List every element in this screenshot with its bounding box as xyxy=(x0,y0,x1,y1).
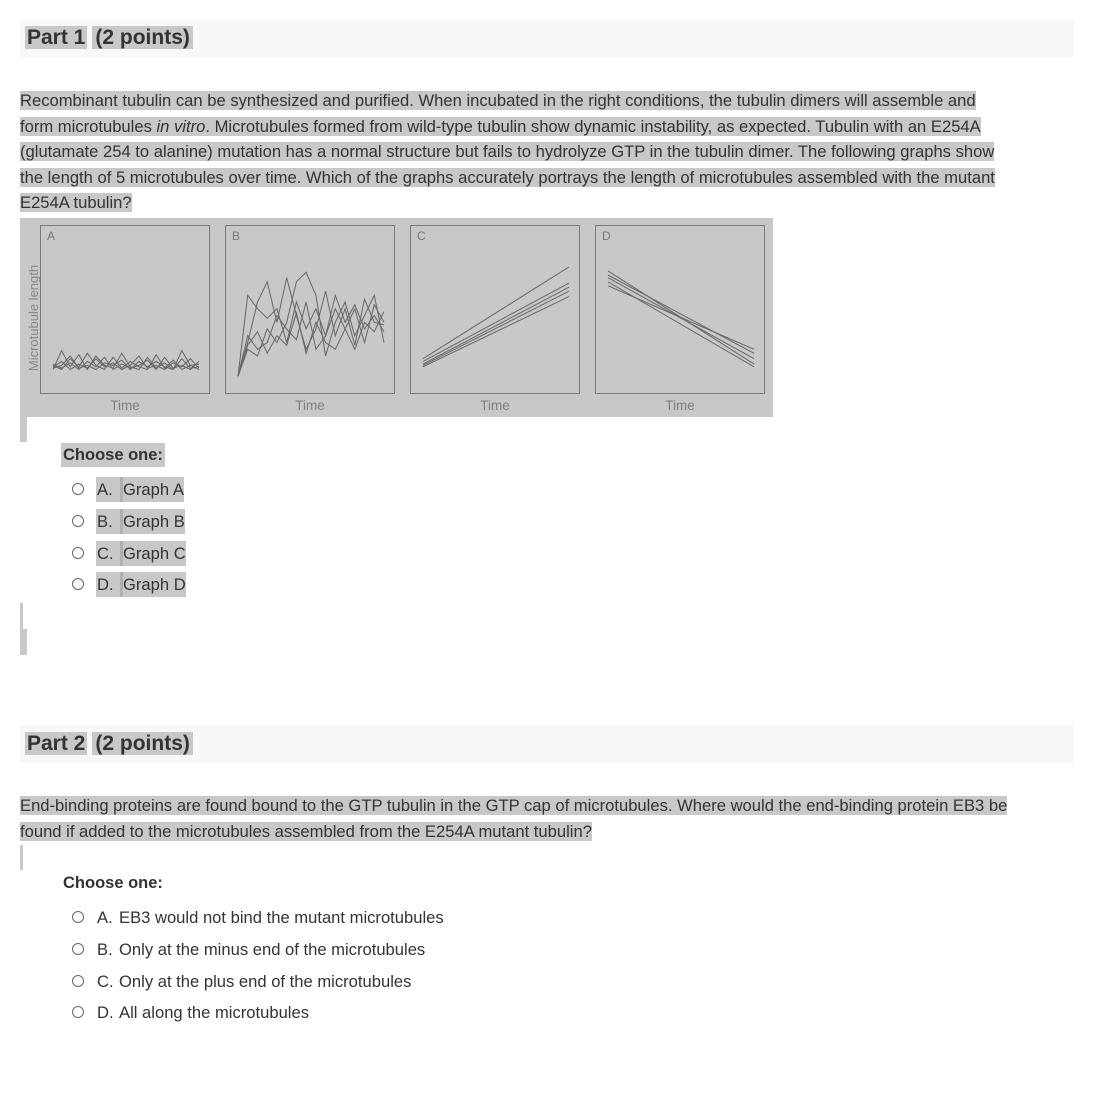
option-text: All along the microtubules xyxy=(119,1002,310,1022)
radio-button[interactable] xyxy=(72,515,84,527)
part1-question: Recombinant tubulin can be synthesized a… xyxy=(20,88,1080,216)
option-letter: D. xyxy=(97,1002,114,1022)
part1-points: (2 points) xyxy=(92,26,193,49)
graph-d-series-4 xyxy=(607,281,755,368)
graph-b-plot xyxy=(237,271,385,377)
question-line: E254A tubulin? xyxy=(20,193,132,213)
margin-bar xyxy=(20,629,27,655)
graph-c-series-5 xyxy=(422,296,570,368)
option-letter: C. xyxy=(96,540,123,566)
graph-c-series-1 xyxy=(422,266,570,360)
option-letter: D. xyxy=(96,571,123,597)
question-line: form microtubules in vitro. Microtubules… xyxy=(20,116,981,136)
part1-option-d[interactable]: D. Graph D xyxy=(72,571,186,597)
graph-d-series-3 xyxy=(607,277,755,360)
graphs-figure: Microtubule length A Time B Time C Time … xyxy=(20,218,773,417)
option-text: Graph D xyxy=(123,571,186,597)
radio-button[interactable] xyxy=(72,578,84,590)
part1-option-b[interactable]: B. Graph B xyxy=(72,508,185,534)
part2-header: Part 2 (2 points) xyxy=(20,725,1074,763)
option-text: EB3 would not bind the mutant microtubul… xyxy=(119,907,444,927)
graph-c-series-4 xyxy=(422,290,570,366)
part2-points: (2 points) xyxy=(92,732,193,755)
radio-button[interactable] xyxy=(72,975,84,987)
question-line: the length of 5 microtubules over time. … xyxy=(20,167,995,187)
graph-c-xlabel: Time xyxy=(480,398,510,413)
part1-choose-label: Choose one: xyxy=(61,443,165,467)
part2-label: Part 2 xyxy=(25,732,88,755)
graph-a-xlabel: Time xyxy=(110,398,140,413)
margin-bar xyxy=(20,845,23,870)
option-letter: C. xyxy=(97,971,114,991)
part2-question: End-binding proteins are found bound to … xyxy=(20,793,1090,844)
graph-b-xlabel: Time xyxy=(295,398,325,413)
graph-d-panel: D xyxy=(595,225,765,394)
graph-c-plot xyxy=(422,266,570,368)
radio-button[interactable] xyxy=(72,1006,84,1018)
part2-choose-label: Choose one: xyxy=(63,874,163,892)
part2-option-b[interactable]: B. Only at the minus end of the microtub… xyxy=(72,936,425,962)
question-line: Recombinant tubulin can be synthesized a… xyxy=(20,91,976,110)
part2-option-d[interactable]: D. All along the microtubules xyxy=(72,999,309,1025)
question-line: End-binding proteins are found bound to … xyxy=(20,796,1008,815)
graph-a-panel: A xyxy=(40,225,210,394)
part2-option-c[interactable]: C. Only at the plus end of the microtubu… xyxy=(72,968,411,994)
radio-button[interactable] xyxy=(72,547,84,559)
option-text: Graph A xyxy=(123,476,184,502)
radio-button[interactable] xyxy=(72,483,84,495)
part1-title: Part 1 (2 points) xyxy=(25,24,193,52)
graph-b-series-5 xyxy=(237,303,385,377)
graph-a-plot xyxy=(52,349,200,371)
option-text: Graph B xyxy=(123,508,185,534)
graph-d-plot xyxy=(607,270,755,368)
option-letter: B. xyxy=(97,939,113,959)
graph-d-xlabel: Time xyxy=(665,398,695,413)
graph-b-panel: B xyxy=(225,225,395,394)
option-text: Only at the plus end of the microtubules xyxy=(119,971,412,991)
radio-button[interactable] xyxy=(72,911,84,923)
graph-c-series-3 xyxy=(422,286,570,365)
graph-c-panel: C xyxy=(410,225,580,394)
part1-label: Part 1 xyxy=(25,26,88,49)
part1-option-a[interactable]: A. Graph A xyxy=(72,476,184,502)
option-letter: A. xyxy=(96,476,123,502)
part1-option-c[interactable]: C. Graph C xyxy=(72,540,186,566)
option-text: Only at the minus end of the microtubule… xyxy=(119,939,426,959)
option-text: Graph C xyxy=(123,540,186,566)
option-letter: A. xyxy=(97,907,113,927)
graph-c-series-2 xyxy=(422,282,570,362)
radio-button[interactable] xyxy=(72,943,84,955)
part2-option-a[interactable]: A. EB3 would not bind the mutant microtu… xyxy=(72,904,444,930)
part2-title: Part 2 (2 points) xyxy=(25,730,193,758)
graph-d-series-5 xyxy=(607,285,755,350)
graph-d-series-2 xyxy=(607,274,755,354)
option-letter: B. xyxy=(96,508,123,534)
part1-header: Part 1 (2 points) xyxy=(20,19,1074,57)
question-line: found if added to the microtubules assem… xyxy=(20,821,592,841)
question-line: (glutamate 254 to alanine) mutation has … xyxy=(20,142,995,162)
figure-margin-bar xyxy=(20,417,27,442)
